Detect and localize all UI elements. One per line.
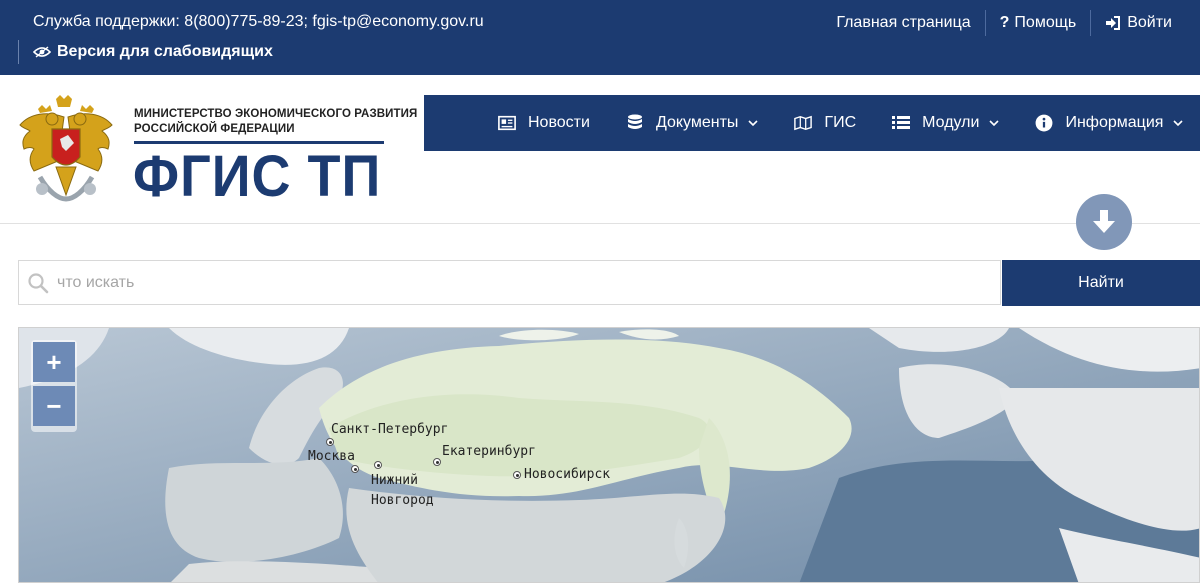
database-icon (627, 114, 642, 129)
arrow-down-icon (1093, 210, 1115, 233)
city-label-nizhny-line1: Нижний (371, 473, 418, 488)
main-navigation: Новости Документы ГИС Модули Информация (424, 95, 1200, 151)
top-links: Главная страница ? Помощь Войти (822, 10, 1186, 36)
map-icon (794, 115, 813, 131)
help-link[interactable]: ? Помощь (984, 10, 1091, 36)
home-link[interactable]: Главная страница (822, 10, 984, 36)
help-link-label: Помощь (1014, 14, 1077, 31)
chevron-down-icon (989, 120, 1000, 127)
city-marker-novosibirsk[interactable] (513, 471, 521, 479)
zoom-out-button[interactable]: − (33, 386, 75, 426)
search-input[interactable] (55, 272, 959, 293)
info-circle-icon (1036, 114, 1053, 132)
home-link-label: Главная страница (836, 14, 971, 31)
map-view[interactable]: + − Санкт-Петербург Москва Нижний Новгор… (18, 327, 1200, 583)
city-label-moscow: Москва (308, 449, 355, 464)
ministry-name-line2: РОССИЙСКОЙ ФЕДЕРАЦИИ (134, 123, 295, 135)
nav-item-gis[interactable]: ГИС (794, 114, 856, 132)
nav-item-modules[interactable]: Модули (892, 114, 1000, 132)
map-background (19, 328, 1199, 582)
scroll-down-button[interactable] (1076, 194, 1132, 250)
city-marker-nizhny-novgorod[interactable] (374, 461, 382, 469)
city-label-nizhny-novgorod: Нижний Новгород (371, 471, 434, 511)
zoom-in-button[interactable]: + (33, 342, 75, 382)
chevron-down-icon (1173, 120, 1183, 127)
question-icon: ? (999, 14, 1010, 31)
accessible-version-label: Версия для слабовидящих (57, 43, 273, 60)
nav-item-gis-label: ГИС (824, 114, 857, 131)
list-icon (892, 116, 911, 129)
city-label-novosibirsk: Новосибирск (524, 467, 611, 482)
ministry-name: МИНИСТЕРСТВО ЭКОНОМИЧЕСКОГО РАЗВИТИЯ РОС… (134, 107, 417, 137)
nav-item-info[interactable]: Информация (1035, 114, 1183, 132)
search-box (18, 260, 1001, 305)
city-label-ekaterinburg: Екатеринбург (442, 444, 536, 459)
city-label-spb: Санкт-Петербург (331, 422, 449, 437)
nav-item-documents[interactable]: Документы (626, 114, 758, 132)
search-button[interactable]: Найти (1002, 260, 1200, 306)
chevron-down-icon (748, 120, 758, 127)
site-header: МИНИСТЕРСТВО ЭКОНОМИЧЕСКОГО РАЗВИТИЯ РОС… (0, 75, 1200, 224)
support-contacts: Служба поддержки: 8(800)775-89-23; fgis-… (33, 13, 484, 30)
ministry-name-line1: МИНИСТЕРСТВО ЭКОНОМИЧЕСКОГО РАЗВИТИЯ (134, 108, 418, 120)
top-bar: Служба поддержки: 8(800)775-89-23; fgis-… (0, 0, 1200, 75)
nav-item-news[interactable]: Новости (498, 114, 590, 132)
sign-in-icon (1106, 16, 1121, 30)
nav-item-documents-label: Документы (655, 114, 739, 131)
city-marker-ekaterinburg[interactable] (433, 458, 441, 466)
accessible-version-link[interactable]: Версия для слабовидящих (18, 40, 273, 64)
brand-title[interactable]: ФГИС ТП (133, 143, 381, 210)
coat-of-arms-logo[interactable] (18, 95, 114, 203)
newspaper-icon (498, 115, 516, 131)
nav-item-modules-label: Модули (922, 114, 980, 131)
nav-item-news-label: Новости (528, 114, 590, 131)
eye-icon (33, 46, 51, 58)
nav-item-info-label: Информация (1065, 114, 1164, 131)
city-label-nizhny-line2: Новгород (371, 493, 434, 508)
login-link-label: Войти (1127, 14, 1172, 31)
search-icon (28, 272, 49, 293)
login-link[interactable]: Войти (1090, 10, 1186, 36)
zoom-control: + − (31, 340, 77, 432)
